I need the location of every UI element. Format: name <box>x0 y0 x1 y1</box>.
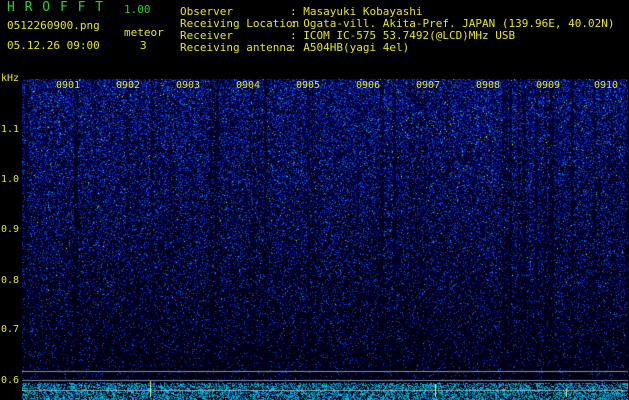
spectrogram <box>22 79 628 400</box>
y-tick-label: 0.9 <box>1 224 20 235</box>
y-tick-label: 1.1 <box>1 124 20 135</box>
app-title: H R O F F T <box>7 0 105 15</box>
time-label: 0902 <box>116 80 141 91</box>
time-label: 0906 <box>356 80 381 91</box>
time-label: 0909 <box>536 80 561 91</box>
y-tick-label: 0.7 <box>1 324 20 335</box>
y-tick-label: 0.6 <box>1 375 20 386</box>
time-label: 0910 <box>594 80 619 91</box>
y-tick-label: 1.0 <box>1 174 20 185</box>
time-label: 0903 <box>176 80 201 91</box>
app-version: 1.00 <box>124 3 151 16</box>
time-label: 0904 <box>236 80 261 91</box>
file-name: 0512260900.png <box>7 19 100 32</box>
antenna-value: : A504HB(yagi 4el) <box>290 41 410 54</box>
time-label: 0907 <box>416 80 441 91</box>
time-label: 0908 <box>476 80 501 91</box>
y-axis-unit: kHz <box>1 73 20 84</box>
date-time: 05.12.26 09:00 <box>7 39 100 52</box>
time-label: 0905 <box>296 80 321 91</box>
time-label: 0901 <box>56 80 81 91</box>
meteor-count: 3 <box>140 39 147 52</box>
y-tick-label: 0.8 <box>1 275 20 286</box>
meteor-label: meteor <box>124 26 164 39</box>
antenna-label: Receiving antenna <box>180 41 293 54</box>
